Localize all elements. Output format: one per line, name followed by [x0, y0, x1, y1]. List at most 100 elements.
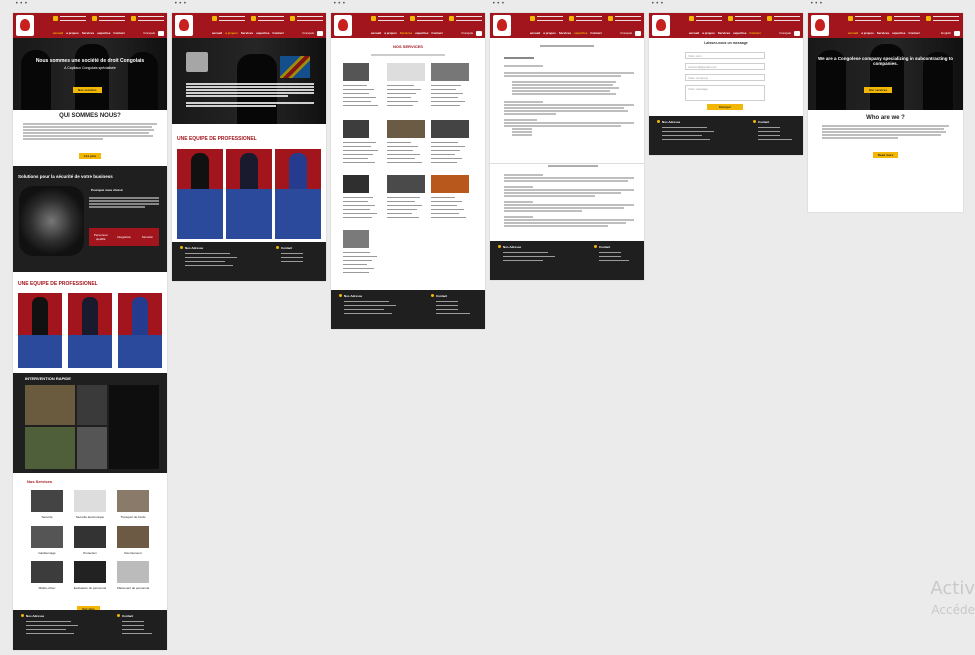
phone-icon: [594, 245, 597, 248]
nav-expertise[interactable]: expertise: [574, 31, 587, 35]
security-title: Solutions pour la sécurité de votre busi…: [18, 174, 113, 179]
location-icon: [449, 16, 454, 21]
language-select[interactable]: Français: [461, 31, 473, 35]
about-title: QUI SOMMES NOUS?: [59, 113, 121, 119]
frame-label[interactable]: •••: [15, 0, 29, 7]
language-select[interactable]: Français: [143, 31, 155, 35]
message-field[interactable]: Votre message: [685, 85, 765, 101]
nav-home[interactable]: accueil: [212, 31, 222, 35]
service-image: [343, 175, 369, 193]
nav-services[interactable]: Services: [877, 31, 889, 35]
frame-label[interactable]: •••: [810, 0, 824, 7]
service-label[interactable]: Protection: [72, 551, 108, 555]
phone-icon: [117, 614, 120, 617]
hero-services-button[interactable]: Our services: [864, 87, 893, 93]
service-label[interactable]: Sécurité électronique: [72, 515, 108, 519]
footer-address-title: Nos Adresse: [662, 120, 681, 124]
hero-services-button[interactable]: Nos services: [73, 87, 102, 93]
frame-services[interactable]: accueil a propos Services expertise Cont…: [331, 13, 485, 329]
email-field[interactable]: votremail@gmail.com: [685, 63, 765, 70]
nav-expertise[interactable]: expertise: [892, 31, 905, 35]
logo-icon[interactable]: [493, 15, 511, 36]
location-icon: [608, 16, 613, 21]
about-read-more-button[interactable]: Read more: [872, 152, 899, 158]
nav-about[interactable]: a propos: [702, 31, 715, 35]
service-label[interactable]: Sécurité: [29, 515, 65, 519]
logo-icon[interactable]: [652, 15, 670, 36]
nav-about[interactable]: a propos: [384, 31, 397, 35]
frame-label[interactable]: •••: [492, 0, 506, 7]
nav-home[interactable]: accueil: [689, 31, 699, 35]
frame-home[interactable]: accueil a propos Services expertise Cont…: [13, 13, 167, 650]
service-label[interactable]: Gardiennage: [29, 551, 65, 555]
nav-contact[interactable]: Contact: [749, 31, 760, 35]
why-item: Personnel qualifié: [93, 233, 108, 241]
nav-services[interactable]: Services: [82, 31, 94, 35]
frame-label[interactable]: •••: [651, 0, 665, 7]
nav-services[interactable]: Services: [718, 31, 730, 35]
language-select[interactable]: Français: [302, 31, 314, 35]
frame-about[interactable]: accueil a propos Services expertise Cont…: [172, 13, 326, 281]
nav-expertise[interactable]: expertise: [415, 31, 428, 35]
company-field[interactable]: Votre company: [685, 74, 765, 81]
mail-icon: [251, 16, 256, 21]
nav-expertise[interactable]: expertise: [733, 31, 746, 35]
team-card: [68, 293, 112, 368]
frame-expertise[interactable]: accueil a propos Services expertise Cont…: [490, 13, 644, 280]
team-card: [177, 149, 223, 239]
service-label[interactable]: Evaluation du personnel: [72, 586, 108, 590]
service-label[interactable]: Maître-chien: [29, 586, 65, 590]
footer-contact-title: Contact: [758, 120, 770, 124]
nav-services[interactable]: Services: [241, 31, 253, 35]
frame-contact[interactable]: accueil a propos Services expertise Cont…: [649, 13, 803, 155]
services-page-title: NOS SERVICES: [393, 44, 423, 49]
about-hero: [172, 38, 326, 124]
frame-home-english[interactable]: accueil a propos Services expertise Cont…: [808, 13, 963, 212]
nav-contact[interactable]: Contact: [272, 31, 283, 35]
footer-address-title: Nos Adresse: [185, 246, 204, 250]
frame-label[interactable]: •••: [174, 0, 188, 7]
logo-icon[interactable]: [811, 15, 829, 36]
main-nav: accueil a propos Services expertise Cont…: [530, 31, 602, 35]
phone-icon: [371, 16, 376, 21]
submit-button[interactable]: Envoyer: [707, 104, 743, 110]
frame-label[interactable]: •••: [333, 0, 347, 7]
nav-contact[interactable]: Contact: [431, 31, 442, 35]
logo-icon[interactable]: [175, 15, 193, 36]
about-section: QUI SOMMES NOUS? Lire plus: [13, 113, 167, 162]
logo-icon[interactable]: [334, 15, 352, 36]
nav-services[interactable]: Services: [559, 31, 571, 35]
phone-icon: [431, 294, 434, 297]
service-label[interactable]: Transport de fonds: [115, 515, 151, 519]
nav-services[interactable]: Services: [400, 31, 412, 35]
service-image: [343, 63, 369, 81]
nav-contact[interactable]: Contact: [908, 31, 919, 35]
language-select[interactable]: English: [941, 31, 951, 35]
nav-about[interactable]: a propos: [66, 31, 79, 35]
service-image: [387, 120, 425, 138]
nav-expertise[interactable]: expertise: [256, 31, 269, 35]
nav-about[interactable]: a propos: [225, 31, 238, 35]
nav-home[interactable]: accueil: [848, 31, 858, 35]
phone-icon: [753, 120, 756, 123]
language-select[interactable]: Français: [779, 31, 791, 35]
nav-contact[interactable]: Contact: [113, 31, 124, 35]
nav-expertise[interactable]: expertise: [97, 31, 110, 35]
nav-about[interactable]: a propos: [543, 31, 556, 35]
nav-home[interactable]: accueil: [371, 31, 381, 35]
location-icon: [926, 16, 931, 21]
phone-icon: [530, 16, 535, 21]
nav-contact[interactable]: Contact: [590, 31, 601, 35]
language-select[interactable]: Français: [620, 31, 632, 35]
service-label[interactable]: Placement de personnel: [115, 586, 151, 590]
about-read-more-button[interactable]: Lire plus: [78, 153, 102, 159]
main-nav: accueil a propos Services expertise Cont…: [848, 31, 920, 35]
logo-icon[interactable]: [16, 15, 34, 36]
mail-icon: [887, 16, 892, 21]
service-label[interactable]: Recrutement: [115, 551, 151, 555]
nav-home[interactable]: accueil: [53, 31, 63, 35]
nav-about[interactable]: a propos: [861, 31, 874, 35]
name-field[interactable]: Votre nom: [685, 52, 765, 59]
nav-home[interactable]: accueil: [530, 31, 540, 35]
phone-icon: [53, 16, 58, 21]
